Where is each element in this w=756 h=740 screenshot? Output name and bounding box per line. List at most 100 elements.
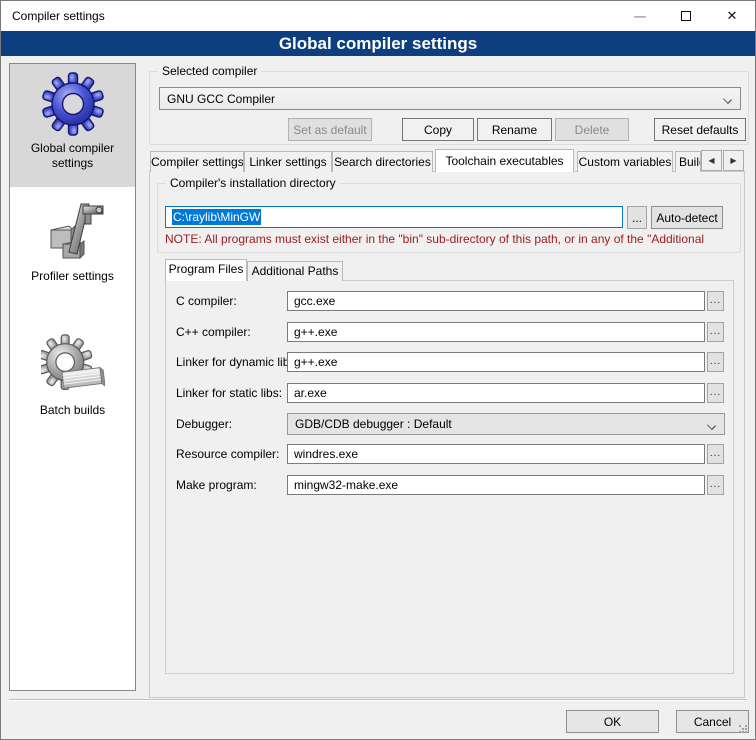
arrow-right-icon: ▶ bbox=[730, 156, 736, 165]
cancel-button[interactable]: Cancel bbox=[676, 710, 749, 733]
installation-browse-button[interactable]: ... bbox=[627, 206, 647, 229]
sidebar-item-batch-builds[interactable]: Batch builds bbox=[10, 326, 135, 436]
compiler-select-value: GNU GCC Compiler bbox=[167, 92, 275, 106]
sidebar-item-label: Profiler settings bbox=[10, 269, 135, 292]
sidebar-item-profiler-settings[interactable]: Profiler settings bbox=[10, 192, 135, 304]
close-icon: ✕ bbox=[727, 8, 738, 24]
ok-button[interactable]: OK bbox=[566, 710, 659, 733]
tab-label: Program Files bbox=[169, 262, 244, 276]
linker-static-input[interactable]: ar.exe bbox=[287, 383, 705, 403]
linker-dynamic-value: g++.exe bbox=[294, 355, 337, 369]
make-program-value: mingw32-make.exe bbox=[294, 478, 398, 492]
compiler-settings-dialog: Compiler settings — ✕ Global compiler se… bbox=[0, 0, 756, 740]
tab-program-files[interactable]: Program Files bbox=[165, 259, 247, 281]
maximize-icon bbox=[681, 11, 691, 21]
c-compiler-value: gcc.exe bbox=[294, 294, 335, 308]
browse-label: ... bbox=[710, 295, 721, 306]
delete-label: Delete bbox=[575, 123, 610, 137]
rename-label: Rename bbox=[492, 123, 537, 137]
c-compiler-input[interactable]: gcc.exe bbox=[287, 291, 705, 311]
footer-divider bbox=[9, 699, 747, 701]
set-as-default-label: Set as default bbox=[293, 123, 366, 137]
installation-note: NOTE: All programs must exist either in … bbox=[165, 232, 739, 246]
close-button[interactable]: ✕ bbox=[709, 1, 755, 31]
arrow-left-icon: ◀ bbox=[708, 156, 714, 165]
tab-label: Custom variables bbox=[579, 155, 672, 169]
tab-additional-paths[interactable]: Additional Paths bbox=[247, 261, 343, 281]
tab-linker-settings[interactable]: Linker settings bbox=[244, 151, 332, 172]
browse-label: ... bbox=[710, 479, 721, 490]
linker-dynamic-browse-button[interactable]: ... bbox=[707, 352, 724, 372]
installation-path-value: C:\raylib\MinGW bbox=[172, 209, 261, 225]
tab-toolchain-executables[interactable]: Toolchain executables bbox=[435, 149, 574, 172]
linker-static-label: Linker for static libs: bbox=[176, 386, 282, 400]
c-compiler-browse-button[interactable]: ... bbox=[707, 291, 724, 311]
tab-label: Additional Paths bbox=[252, 264, 339, 278]
tab-scroll-left-button[interactable]: ◀ bbox=[701, 150, 722, 171]
minimize-icon: — bbox=[634, 9, 646, 23]
debugger-select[interactable]: GDB/CDB debugger : Default bbox=[287, 413, 725, 435]
linker-static-browse-button[interactable]: ... bbox=[707, 383, 724, 403]
make-program-browse-button[interactable]: ... bbox=[707, 475, 724, 495]
auto-detect-button[interactable]: Auto-detect bbox=[651, 206, 723, 229]
debugger-value: GDB/CDB debugger : Default bbox=[295, 417, 452, 431]
linker-dynamic-label: Linker for dynamic libs: bbox=[176, 355, 299, 369]
set-as-default-button[interactable]: Set as default bbox=[288, 118, 372, 141]
rename-button[interactable]: Rename bbox=[477, 118, 552, 141]
chevron-down-icon bbox=[707, 421, 716, 430]
program-files-page: C compiler: gcc.exe ... C++ compiler: g+… bbox=[165, 280, 734, 674]
make-program-label: Make program: bbox=[176, 478, 257, 492]
delete-button[interactable]: Delete bbox=[555, 118, 629, 141]
tab-label: Compiler settings bbox=[151, 155, 244, 169]
tab-label: Toolchain executables bbox=[445, 154, 563, 168]
blue-gear-icon bbox=[41, 72, 105, 136]
debugger-label: Debugger: bbox=[176, 417, 232, 431]
ok-label: OK bbox=[604, 715, 621, 729]
sidebar-item-label: Global compiler settings bbox=[10, 141, 135, 179]
tab-label: Search directories bbox=[334, 155, 431, 169]
reset-defaults-button[interactable]: Reset defaults bbox=[654, 118, 746, 141]
maximize-button[interactable] bbox=[663, 1, 709, 31]
resource-compiler-label: Resource compiler: bbox=[176, 447, 279, 461]
cpp-compiler-value: g++.exe bbox=[294, 325, 337, 339]
minimize-button[interactable]: — bbox=[617, 1, 663, 31]
resource-compiler-browse-button[interactable]: ... bbox=[707, 444, 724, 464]
installation-directory-legend: Compiler's installation directory bbox=[166, 176, 340, 190]
page-title: Global compiler settings bbox=[1, 31, 755, 56]
sidebar-item-label: Batch builds bbox=[10, 403, 135, 426]
window-title: Compiler settings bbox=[1, 9, 617, 23]
tab-search-directories[interactable]: Search directories bbox=[332, 151, 433, 172]
browse-label: ... bbox=[710, 326, 721, 337]
auto-detect-label: Auto-detect bbox=[656, 211, 717, 225]
sidebar-item-global-compiler-settings[interactable]: Global compiler settings bbox=[10, 64, 135, 187]
cpp-compiler-browse-button[interactable]: ... bbox=[707, 322, 724, 342]
cancel-label: Cancel bbox=[694, 715, 731, 729]
browse-label: ... bbox=[632, 211, 642, 225]
make-program-input[interactable]: mingw32-make.exe bbox=[287, 475, 705, 495]
tab-compiler-settings[interactable]: Compiler settings bbox=[150, 151, 244, 172]
resize-grip[interactable] bbox=[739, 725, 741, 727]
linker-static-value: ar.exe bbox=[294, 386, 327, 400]
copy-label: Copy bbox=[424, 123, 452, 137]
c-compiler-label: C compiler: bbox=[176, 294, 237, 308]
titlebar[interactable]: Compiler settings — ✕ bbox=[1, 1, 755, 31]
browse-label: ... bbox=[710, 387, 721, 398]
resource-compiler-input[interactable]: windres.exe bbox=[287, 444, 705, 464]
copy-button[interactable]: Copy bbox=[402, 118, 474, 141]
gray-gear-stack-icon bbox=[41, 334, 105, 398]
browse-label: ... bbox=[710, 448, 721, 459]
tab-scroll-right-button[interactable]: ▶ bbox=[723, 150, 744, 171]
sidebar: Global compiler settings bbox=[9, 63, 136, 691]
linker-dynamic-input[interactable]: g++.exe bbox=[287, 352, 705, 372]
chevron-down-icon bbox=[723, 95, 732, 104]
tab-custom-variables[interactable]: Custom variables bbox=[577, 151, 673, 172]
cpp-compiler-label: C++ compiler: bbox=[176, 325, 251, 339]
reset-defaults-label: Reset defaults bbox=[662, 123, 739, 137]
tab-build-options[interactable]: Build options bbox=[675, 151, 701, 172]
installation-path-input[interactable]: C:\raylib\MinGW bbox=[165, 206, 623, 228]
compiler-select[interactable]: GNU GCC Compiler bbox=[159, 87, 741, 110]
tab-label: Build options bbox=[679, 155, 701, 169]
tab-label: Linker settings bbox=[249, 155, 326, 169]
selected-compiler-legend: Selected compiler bbox=[158, 64, 261, 78]
cpp-compiler-input[interactable]: g++.exe bbox=[287, 322, 705, 342]
